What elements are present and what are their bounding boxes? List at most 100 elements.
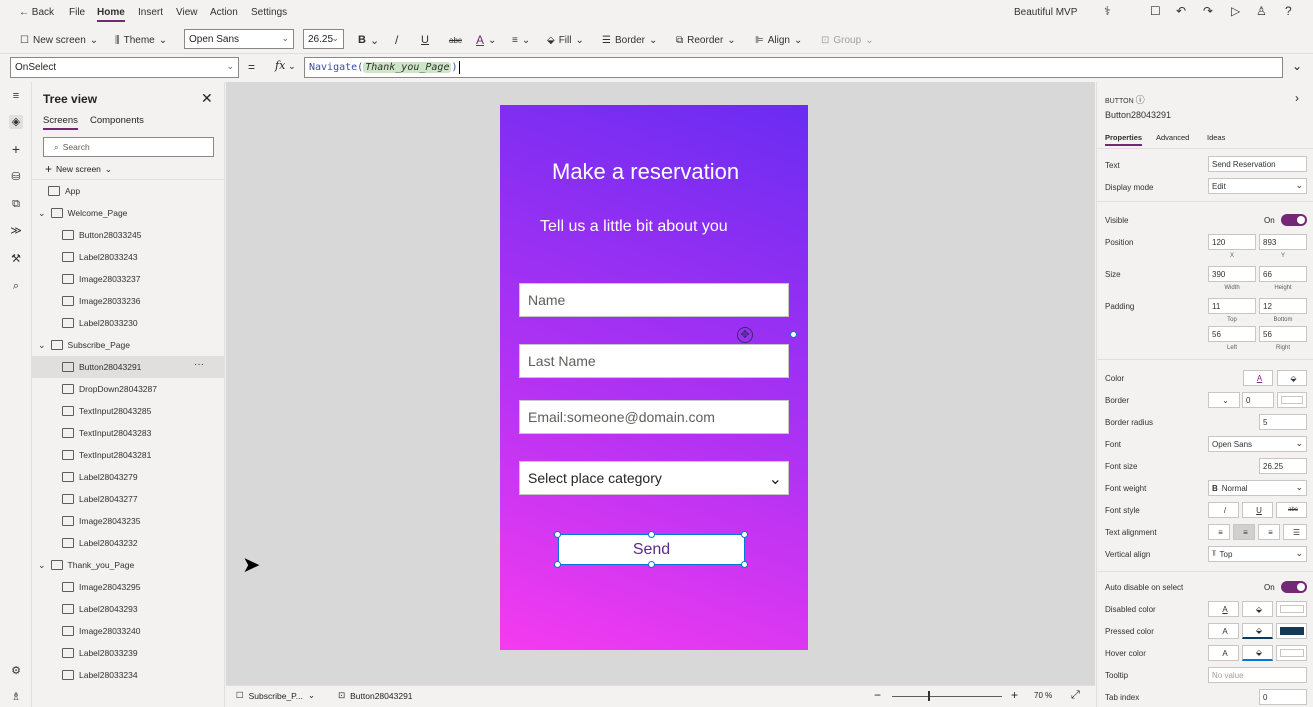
resize-handle-tr[interactable] [741, 531, 748, 538]
tree-node[interactable]: Label28043277 [32, 488, 225, 510]
hover-fill-color[interactable]: ⬙ [1242, 645, 1273, 661]
zoom-in-button[interactable]: + [1011, 688, 1018, 702]
back-button[interactable]: ← Back [19, 7, 54, 18]
tree-node[interactable]: Image28033237 [32, 268, 225, 290]
font-size-input[interactable]: 26.25 [1259, 458, 1307, 474]
padding-bottom-input[interactable]: 12 [1259, 298, 1307, 314]
tab-components[interactable]: Components [90, 115, 144, 126]
virtual-agent-icon[interactable]: ♗ [9, 690, 23, 704]
border-color-picker[interactable] [1277, 392, 1307, 408]
italic-button[interactable]: / [1208, 502, 1239, 518]
tree-node[interactable]: DropDown28043287 [32, 378, 225, 400]
stethoscope-icon[interactable]: ⚕ [1104, 4, 1111, 18]
pressed-fill-color[interactable]: ⬙ [1242, 623, 1273, 639]
strikethrough-button[interactable]: abc [449, 31, 462, 49]
tooltip-input[interactable]: No value [1208, 667, 1307, 683]
tree-screen-node[interactable]: ⌄ Thank_you_Page [32, 554, 225, 576]
tree-node[interactable]: Button28033245 [32, 224, 225, 246]
display-mode-select[interactable]: Edit ⌄ [1208, 178, 1307, 194]
fill-color-picker[interactable]: ⬙ [1277, 370, 1307, 386]
position-x-input[interactable]: 120 [1208, 234, 1256, 250]
zoom-slider-thumb[interactable] [928, 691, 931, 701]
font-select[interactable]: Open Sans ⌄ [1208, 436, 1307, 452]
resize-handle-tl[interactable] [554, 531, 561, 538]
tree-node[interactable]: Label28043293 [32, 598, 225, 620]
bold-button[interactable]: B ⌄ [358, 31, 379, 49]
info-icon[interactable]: ⓘ [1136, 95, 1145, 105]
text-align-button[interactable]: ≡ ⌄ [512, 31, 530, 49]
border-radius-input[interactable]: 5 [1259, 414, 1307, 430]
menu-view[interactable]: View [176, 7, 198, 18]
chevron-down-icon[interactable]: ⌄ [38, 560, 46, 571]
hover-border-color[interactable] [1276, 645, 1307, 661]
padding-left-input[interactable]: 56 [1208, 326, 1256, 342]
border-button[interactable]: ☰ Border ⌄ [602, 31, 657, 49]
tab-index-input[interactable]: 0 [1259, 689, 1307, 705]
menu-insert[interactable]: Insert [138, 7, 163, 18]
text-input[interactable]: Send Reservation [1208, 156, 1307, 172]
search-icon[interactable]: ⌕ [9, 279, 23, 293]
tree-node[interactable]: Label28043232 [32, 532, 225, 554]
disabled-border-color[interactable] [1276, 601, 1307, 617]
screen-title[interactable]: Make a reservation [552, 157, 752, 205]
vertical-align-select[interactable]: ⫪ Top ⌄ [1208, 546, 1307, 562]
power-automate-icon[interactable]: ≫ [9, 224, 23, 238]
height-input[interactable]: 66 [1259, 266, 1307, 282]
chevron-down-icon[interactable]: ⌄ [38, 208, 46, 219]
menu-settings[interactable]: Settings [251, 7, 287, 18]
visible-toggle[interactable] [1281, 214, 1307, 226]
last-name-input[interactable]: Last Name [519, 344, 789, 378]
email-input[interactable]: Email:someone@domain.com [519, 400, 789, 434]
control-breadcrumb[interactable]: ⊡ Button28043291 [338, 690, 413, 701]
resize-handle-br[interactable] [741, 561, 748, 568]
formula-input[interactable]: Navigate(Thank_you_Page) [304, 57, 1283, 78]
data-icon[interactable]: ⛁ [9, 170, 23, 184]
name-input[interactable]: Name [519, 283, 789, 317]
italic-button[interactable]: / [395, 31, 398, 49]
media-icon[interactable]: ⧉ [9, 197, 23, 211]
menu-action[interactable]: Action [210, 7, 238, 18]
more-options-icon[interactable]: ··· [194, 359, 204, 370]
theme-button[interactable]: ⫼ Theme ⌄ [115, 31, 167, 49]
font-size-select[interactable]: 26.25 ⌄ [303, 29, 344, 49]
fx-button[interactable]: fx ⌄ [275, 59, 296, 72]
group-button[interactable]: ⊡ Group ⌄ [821, 31, 874, 49]
resize-handle-t[interactable] [648, 531, 655, 538]
width-input[interactable]: 390 [1208, 266, 1256, 282]
reorder-button[interactable]: ⧉ Reorder ⌄ [676, 31, 736, 49]
menu-home[interactable]: Home [97, 7, 125, 22]
zoom-out-button[interactable]: − [874, 688, 881, 702]
align-left-button[interactable]: ≡ [1208, 524, 1230, 540]
tree-node[interactable]: Label28033243 [32, 246, 225, 268]
tree-node[interactable]: Label28033234 [32, 664, 225, 686]
align-button[interactable]: ⊫ Align ⌄ [755, 31, 802, 49]
screen-breadcrumb[interactable]: ☐ Subscribe_P... ⌄ [236, 690, 315, 701]
font-weight-select[interactable]: B Normal ⌄ [1208, 480, 1307, 496]
property-select[interactable]: OnSelect ⌄ [10, 57, 239, 78]
font-select[interactable]: Open Sans ⌄ [184, 29, 294, 49]
resize-handle-b[interactable] [648, 561, 655, 568]
tree-screen-node[interactable]: ⌄ Subscribe_Page [32, 334, 225, 356]
hover-text-color[interactable]: A [1208, 645, 1239, 661]
underline-button[interactable]: U [421, 31, 429, 49]
advanced-tools-icon[interactable]: ⚒ [9, 252, 23, 266]
tree-node[interactable]: TextInput28043281 [32, 444, 225, 466]
redo-icon[interactable]: ↷ [1203, 4, 1213, 18]
padding-top-input[interactable]: 11 [1208, 298, 1256, 314]
close-icon[interactable]: ✕ [201, 90, 213, 107]
tree-node[interactable]: Label28033239 [32, 642, 225, 664]
rotate-handle[interactable] [790, 331, 797, 338]
screen-subtitle[interactable]: Tell us a little bit about you [540, 215, 740, 247]
text-color-picker[interactable]: A [1243, 370, 1273, 386]
tab-advanced[interactable]: Advanced [1156, 133, 1189, 142]
tree-new-screen-button[interactable]: + New screen ⌄ [45, 162, 112, 176]
border-width-input[interactable]: 0 [1242, 392, 1274, 408]
menu-file[interactable]: File [69, 7, 85, 18]
align-justify-button[interactable]: ☰ [1283, 524, 1307, 540]
tree-node[interactable]: Image28043295 [32, 576, 225, 598]
tree-node[interactable]: Image28043235 [32, 510, 225, 532]
fit-to-window-icon[interactable]: ⤢ [1071, 689, 1080, 702]
place-category-dropdown[interactable]: Select place category ⌄ [519, 461, 789, 495]
pressed-border-color[interactable] [1276, 623, 1307, 639]
border-style-select[interactable]: ⌄ [1208, 392, 1240, 408]
